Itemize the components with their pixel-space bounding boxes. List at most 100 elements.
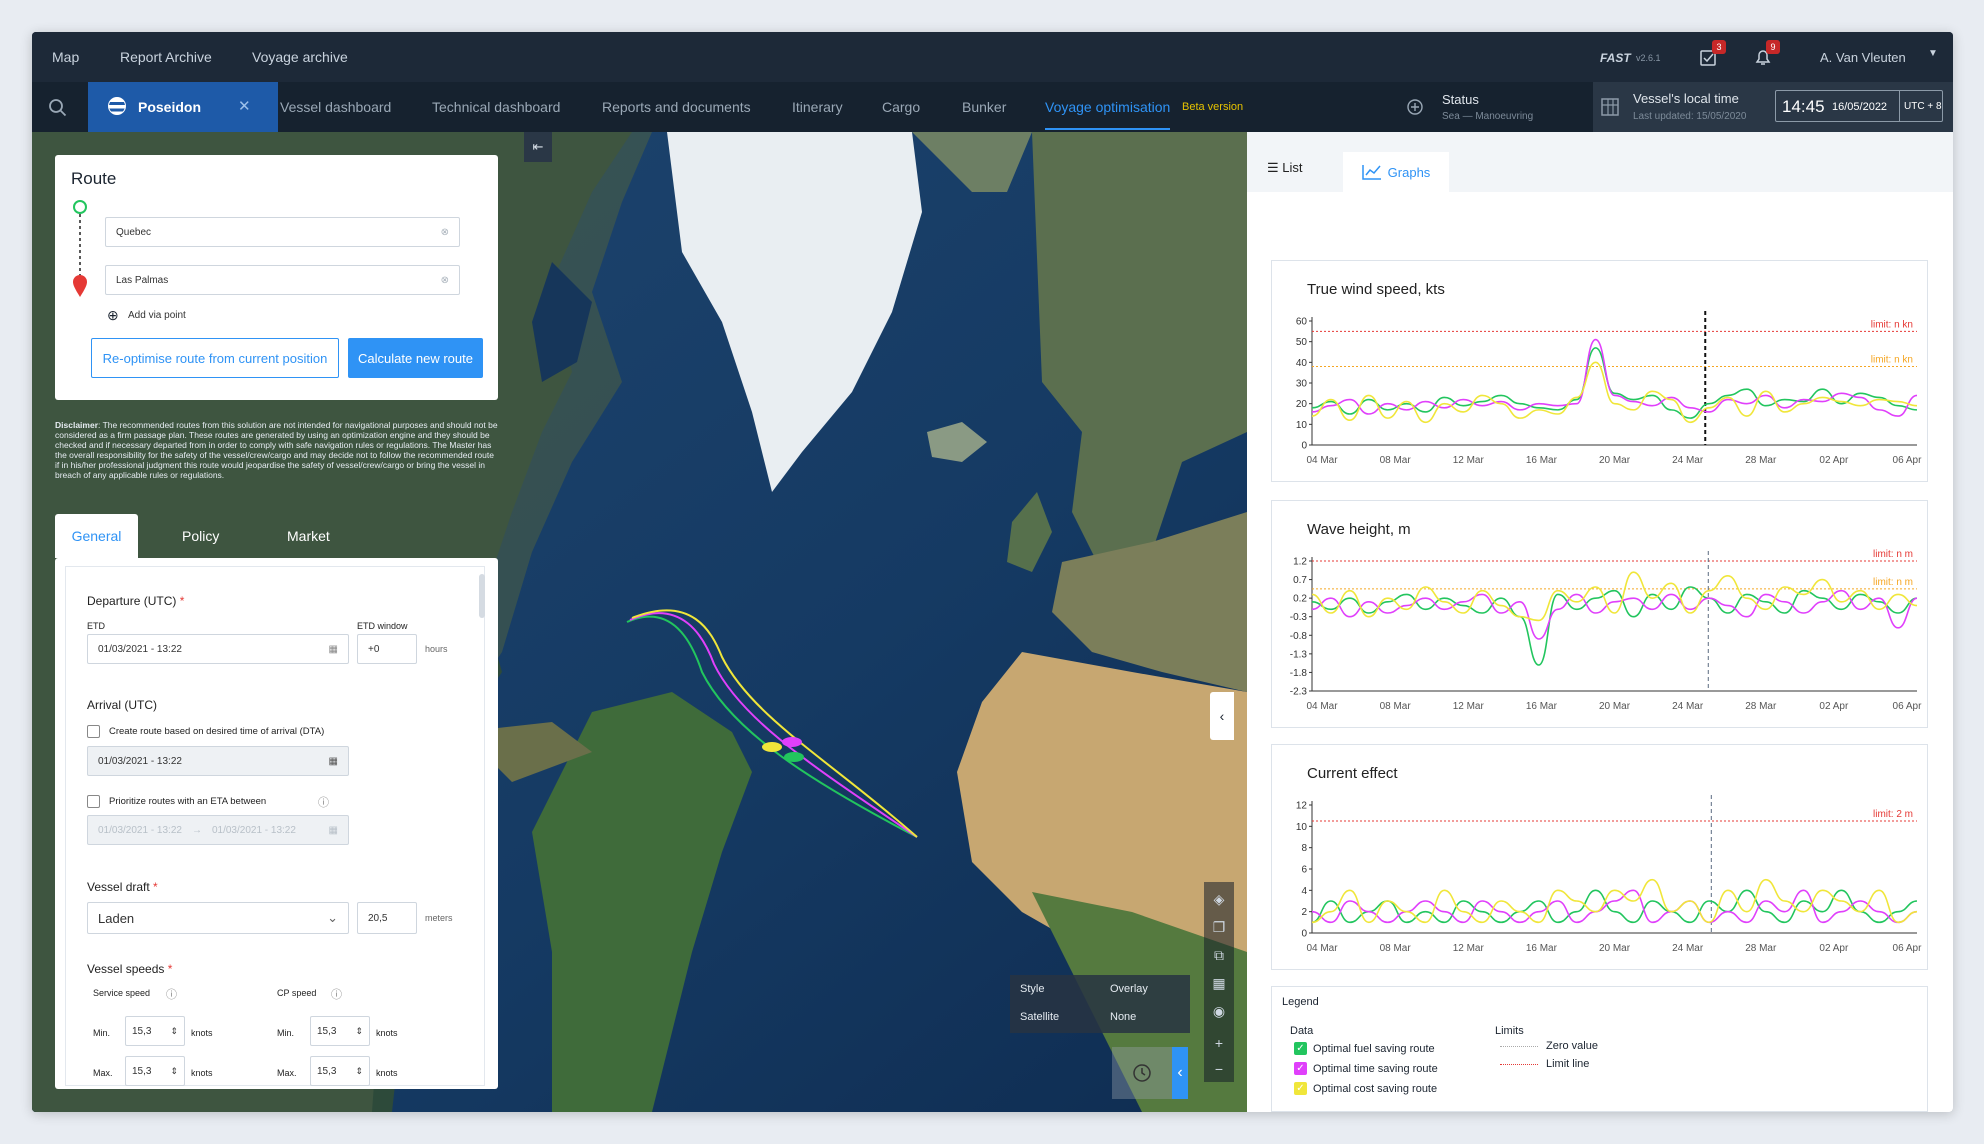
- map-book-tool[interactable]: ▦: [1206, 970, 1232, 996]
- calculate-route-button[interactable]: Calculate new route: [348, 338, 483, 378]
- service-min-stepper[interactable]: 15,3 ⇕: [125, 1016, 185, 1046]
- shapes-icon: ⧉: [1214, 946, 1224, 963]
- legend-data-title: Data: [1290, 1025, 1314, 1037]
- tasks-button[interactable]: 3: [1698, 40, 1726, 68]
- vessel-marker[interactable]: [762, 742, 782, 752]
- legend-checkbox[interactable]: ✓: [1294, 1042, 1307, 1055]
- x-tick-label: 16 Mar: [1526, 943, 1558, 954]
- cp-max-stepper[interactable]: 15,3 ⇕: [310, 1056, 370, 1086]
- minus-icon: −: [1214, 1061, 1224, 1077]
- close-icon[interactable]: ✕: [238, 97, 251, 115]
- tab-technical-dashboard[interactable]: Technical dashboard: [432, 99, 560, 115]
- etd-window-input[interactable]: +0: [357, 634, 417, 664]
- info-icon[interactable]: ⓘ: [331, 986, 342, 1002]
- tab-cargo[interactable]: Cargo: [882, 99, 920, 115]
- time-value: 14:45: [1782, 97, 1825, 116]
- add-via-point-link[interactable]: Add via point: [128, 310, 186, 321]
- timezone-value: UTC + 8: [1904, 101, 1942, 112]
- meters-unit: meters: [425, 913, 453, 923]
- tab-policy[interactable]: Policy: [182, 528, 219, 544]
- series-line: [1311, 586, 1918, 666]
- timeline-button[interactable]: [1112, 1047, 1172, 1099]
- y-tick-label: 0.2: [1293, 594, 1307, 605]
- center-tool[interactable]: ◉: [1206, 998, 1232, 1024]
- nav-voyage-archive[interactable]: Voyage archive: [252, 49, 348, 65]
- vessel-marker[interactable]: [782, 737, 802, 747]
- clear-icon[interactable]: ⊗: [441, 227, 449, 238]
- x-tick-label: 24 Mar: [1672, 943, 1704, 954]
- stepper-icon[interactable]: ⇕: [355, 1066, 363, 1077]
- map-icon: ▦: [1212, 974, 1226, 991]
- collapse-right-panel-button[interactable]: ‹: [1210, 692, 1234, 740]
- chevron-down-icon: ⌄: [327, 910, 338, 925]
- x-tick-label: 28 Mar: [1745, 455, 1777, 466]
- notifications-button[interactable]: 9: [1752, 40, 1780, 68]
- draft-input[interactable]: 20,5: [357, 902, 417, 934]
- clear-icon[interactable]: ⊗: [441, 275, 449, 286]
- prioritize-checkbox[interactable]: [87, 795, 100, 808]
- status-sub: Sea — Manoeuvring: [1442, 111, 1534, 122]
- local-time-panel: Vessel's local time Last updated: 15/05/…: [1593, 82, 1953, 132]
- x-tick-label: 20 Mar: [1599, 943, 1631, 954]
- legend-item[interactable]: ✓ Optimal time saving route: [1294, 1062, 1438, 1075]
- legend-item[interactable]: ✓ Optimal fuel saving route: [1294, 1042, 1435, 1055]
- x-tick-label: 02 Apr: [1819, 943, 1849, 954]
- etd-input[interactable]: 01/03/2021 - 13:22 ▦: [87, 634, 349, 664]
- arrival-input[interactable]: 01/03/2021 - 13:22 ▦: [87, 746, 349, 776]
- zoom-out-button[interactable]: −: [1206, 1056, 1232, 1082]
- stepper-icon[interactable]: ⇕: [170, 1066, 178, 1077]
- user-name[interactable]: A. Van Vleuten: [1820, 50, 1906, 65]
- calendar-icon[interactable]: ▦: [329, 644, 338, 655]
- add-circle-icon[interactable]: ⊕: [107, 307, 119, 324]
- tab-market[interactable]: Market: [287, 528, 330, 544]
- route-path-icon: [73, 200, 87, 297]
- tab-voyage-optimisation[interactable]: Voyage optimisation: [1045, 99, 1171, 130]
- timeline-expand-button[interactable]: ‹: [1172, 1047, 1188, 1099]
- shapes-tool[interactable]: ⧉: [1206, 942, 1232, 968]
- y-tick-label: -0.3: [1290, 612, 1308, 623]
- stepper-icon[interactable]: ⇕: [355, 1026, 363, 1037]
- overlay-select[interactable]: None: [1110, 1011, 1136, 1023]
- reoptimise-button[interactable]: Re-optimise route from current position: [91, 338, 339, 378]
- nav-report-archive[interactable]: Report Archive: [120, 49, 212, 65]
- legend-item[interactable]: ✓ Optimal cost saving route: [1294, 1082, 1437, 1095]
- layers-pin-tool[interactable]: ◈: [1206, 886, 1232, 912]
- origin-input[interactable]: Quebec ⊗: [105, 217, 460, 247]
- style-select[interactable]: Satellite: [1020, 1011, 1059, 1023]
- disclaimer: Disclaimer: The recommended routes from …: [55, 420, 498, 480]
- chevron-down-icon[interactable]: ▼: [1928, 48, 1938, 59]
- tab-graphs[interactable]: Graphs: [1343, 152, 1449, 192]
- vessel-tab-poseidon[interactable]: Poseidon ✕: [88, 82, 278, 132]
- layers-tool[interactable]: ❐: [1206, 914, 1232, 940]
- zoom-in-button[interactable]: +: [1206, 1030, 1232, 1056]
- info-icon[interactable]: ⓘ: [318, 794, 329, 810]
- dta-checkbox[interactable]: [87, 725, 100, 738]
- service-max-stepper[interactable]: 15,3 ⇕: [125, 1056, 185, 1086]
- destination-input[interactable]: Las Palmas ⊗: [105, 265, 460, 295]
- tab-bunker[interactable]: Bunker: [962, 99, 1006, 115]
- tab-general[interactable]: General: [55, 514, 138, 558]
- eta-range-input[interactable]: 01/03/2021 - 13:22 → 01/03/2021 - 13:22 ▦: [87, 815, 349, 845]
- stepper-icon[interactable]: ⇕: [170, 1026, 178, 1037]
- info-icon[interactable]: ⓘ: [166, 986, 177, 1002]
- collapse-left-panel-button[interactable]: ⇤: [524, 132, 552, 162]
- x-tick-label: 12 Mar: [1453, 943, 1485, 954]
- max-label: Max.: [93, 1068, 113, 1078]
- tab-list[interactable]: ☰ List: [1267, 160, 1303, 176]
- legend-checkbox[interactable]: ✓: [1294, 1082, 1307, 1095]
- draft-select[interactable]: Laden ⌄: [87, 902, 349, 934]
- form-scrollbar[interactable]: [479, 574, 485, 618]
- cp-min-stepper[interactable]: 15,3 ⇕: [310, 1016, 370, 1046]
- search-icon[interactable]: [48, 98, 68, 118]
- x-tick-label: 06 Apr: [1893, 455, 1923, 466]
- nav-map[interactable]: Map: [52, 49, 79, 65]
- tab-itinerary[interactable]: Itinerary: [792, 99, 843, 115]
- calendar-icon[interactable]: ▦: [329, 756, 338, 767]
- vessel-marker[interactable]: [784, 752, 804, 762]
- tab-reports-documents[interactable]: Reports and documents: [602, 99, 751, 115]
- tab-vessel-dashboard[interactable]: Vessel dashboard: [280, 99, 391, 115]
- app-window: Map Report Archive Voyage archive FAST v…: [32, 32, 1953, 1112]
- legend-checkbox[interactable]: ✓: [1294, 1062, 1307, 1075]
- route-title: Route: [71, 169, 117, 188]
- plus-circle-icon: [1407, 99, 1423, 115]
